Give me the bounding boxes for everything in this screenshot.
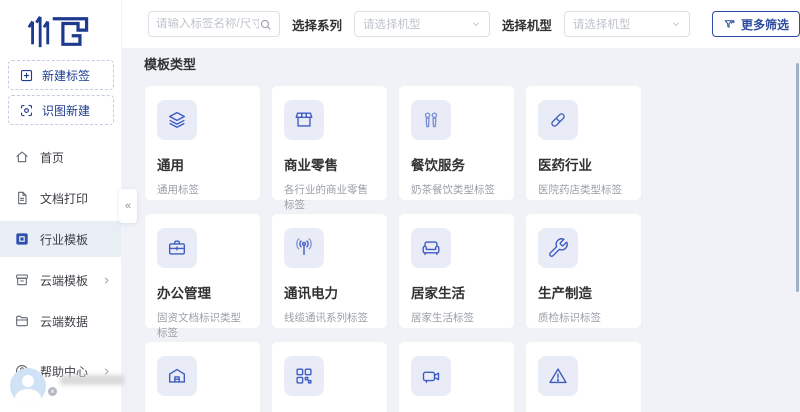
sidebar: 新建标签 识图新建 首页 文档打印 bbox=[0, 0, 122, 412]
new-label-button[interactable]: 新建标签 bbox=[8, 60, 114, 90]
card-desc: 奶茶餐饮类型标签 bbox=[411, 182, 502, 197]
recognize-create-button-label: 识图新建 bbox=[42, 102, 90, 119]
warehouse-icon bbox=[157, 356, 197, 396]
industry-template-icon bbox=[14, 231, 30, 247]
plus-square-icon bbox=[19, 68, 34, 83]
more-filters-label: 更多筛选 bbox=[741, 16, 789, 33]
model-select[interactable]: 请选择机型 bbox=[564, 11, 690, 37]
template-card-hazardous-waste[interactable]: 危险固废 bbox=[525, 341, 642, 412]
chevron-down-icon bbox=[471, 19, 481, 29]
template-card-telecom[interactable]: 通讯电力 线缆通讯系列标签 bbox=[271, 213, 388, 329]
recognize-create-button[interactable]: 识图新建 bbox=[8, 95, 114, 125]
home-icon bbox=[14, 149, 30, 165]
template-card-home-life[interactable]: 居家生活 居家生活标签 bbox=[398, 213, 515, 329]
layers-icon bbox=[157, 100, 197, 140]
search-input[interactable] bbox=[156, 18, 259, 30]
series-label: 选择系列 bbox=[292, 15, 342, 34]
template-card-retail[interactable]: 商业零售 各行业的商业零售标签 bbox=[271, 85, 388, 201]
template-card-warehouse[interactable]: 仓储物流 bbox=[144, 341, 261, 412]
template-card-pharma[interactable]: 医药行业 医院药店类型标签 bbox=[525, 85, 642, 201]
filter-toolbar: 选择系列 请选择机型 选择机型 请选择机型 更多筛选 bbox=[122, 0, 800, 48]
antenna-icon bbox=[284, 228, 324, 268]
card-title: 商业零售 bbox=[284, 154, 375, 174]
template-card-payment-code[interactable]: 收款码 bbox=[271, 341, 388, 412]
more-filters-button[interactable]: 更多筛选 bbox=[712, 11, 800, 37]
card-desc: 居家生活标签 bbox=[411, 310, 502, 325]
template-card-general[interactable]: 通用 通用标签 bbox=[144, 85, 261, 201]
card-title: 居家生活 bbox=[411, 282, 502, 302]
search-icon[interactable] bbox=[259, 18, 272, 31]
sidebar-item-document-print[interactable]: 文档打印 bbox=[0, 180, 121, 216]
sidebar-item-label: 文档打印 bbox=[40, 190, 88, 207]
video-camera-icon bbox=[411, 356, 451, 396]
series-select[interactable]: 请选择机型 bbox=[354, 11, 490, 37]
card-desc: 线缆通讯系列标签 bbox=[284, 310, 375, 325]
vertical-scrollbar[interactable] bbox=[796, 63, 799, 292]
card-desc: 各行业的商业零售标签 bbox=[284, 182, 375, 212]
sidebar-item-label: 行业模板 bbox=[40, 231, 88, 248]
card-title: 通讯电力 bbox=[284, 282, 375, 302]
brand-logo bbox=[0, 0, 121, 55]
filter-icon bbox=[723, 18, 736, 31]
cloud-data-icon bbox=[14, 313, 30, 329]
card-desc: 固资文档标识类型标签 bbox=[157, 310, 248, 340]
model-label: 选择机型 bbox=[502, 15, 552, 34]
section-title: 模板类型 bbox=[144, 54, 800, 73]
card-title: 餐饮服务 bbox=[411, 154, 502, 174]
template-card-livestream[interactable]: 直播带货 bbox=[398, 341, 515, 412]
sidebar-item-label: 云端模板 bbox=[40, 272, 88, 289]
username-redacted bbox=[60, 375, 124, 385]
card-title: 生产制造 bbox=[538, 282, 629, 302]
drinks-icon bbox=[411, 100, 451, 140]
chevron-right-icon bbox=[102, 276, 111, 285]
avatar-status-badge: × bbox=[46, 385, 59, 398]
briefcase-icon bbox=[157, 228, 197, 268]
card-desc: 医院药店类型标签 bbox=[538, 182, 629, 197]
template-card-office[interactable]: 办公管理 固资文档标识类型标签 bbox=[144, 213, 261, 329]
template-card-grid: 通用 通用标签 商业零售 各行业的商业零售标签 餐饮服务 奶茶餐饮类型标签 bbox=[144, 85, 800, 412]
card-desc: 通用标签 bbox=[157, 182, 248, 197]
sidebar-item-label: 首页 bbox=[40, 149, 64, 166]
wrench-icon bbox=[538, 228, 578, 268]
avatar[interactable] bbox=[10, 368, 46, 404]
template-card-catering[interactable]: 餐饮服务 奶茶餐饮类型标签 bbox=[398, 85, 515, 201]
sofa-icon bbox=[411, 228, 451, 268]
chevron-down-icon bbox=[671, 19, 681, 29]
series-select-placeholder: 请选择机型 bbox=[363, 16, 421, 32]
sidebar-item-industry-templates[interactable]: 行业模板 bbox=[0, 221, 121, 257]
user-profile: × bbox=[10, 368, 120, 404]
storefront-icon bbox=[284, 100, 324, 140]
document-print-icon bbox=[14, 190, 30, 206]
template-card-manufacturing[interactable]: 生产制造 质检标识标签 bbox=[525, 213, 642, 329]
label-search-box bbox=[148, 11, 280, 37]
card-desc: 质检标识标签 bbox=[538, 310, 629, 325]
sidebar-item-cloud-data[interactable]: 云端数据 bbox=[0, 303, 121, 339]
sidebar-menu: 首页 文档打印 行业模板 bbox=[0, 139, 121, 389]
card-title: 医药行业 bbox=[538, 154, 629, 174]
sidebar-collapse-button[interactable]: « bbox=[119, 189, 137, 223]
model-select-placeholder: 请选择机型 bbox=[573, 16, 631, 32]
sidebar-item-label: 云端数据 bbox=[40, 313, 88, 330]
new-label-button-label: 新建标签 bbox=[42, 67, 90, 84]
card-title: 办公管理 bbox=[157, 282, 248, 302]
sidebar-item-cloud-templates[interactable]: 云端模板 bbox=[0, 262, 121, 298]
template-type-section: 模板类型 通用 通用标签 商业零售 各行业的商业零售标签 bbox=[122, 48, 800, 412]
qrcode-icon bbox=[284, 356, 324, 396]
card-title: 通用 bbox=[157, 154, 248, 174]
warning-icon bbox=[538, 356, 578, 396]
sidebar-item-home[interactable]: 首页 bbox=[0, 139, 121, 175]
capsule-icon bbox=[538, 100, 578, 140]
cloud-template-icon bbox=[14, 272, 30, 288]
scan-icon bbox=[19, 103, 34, 118]
